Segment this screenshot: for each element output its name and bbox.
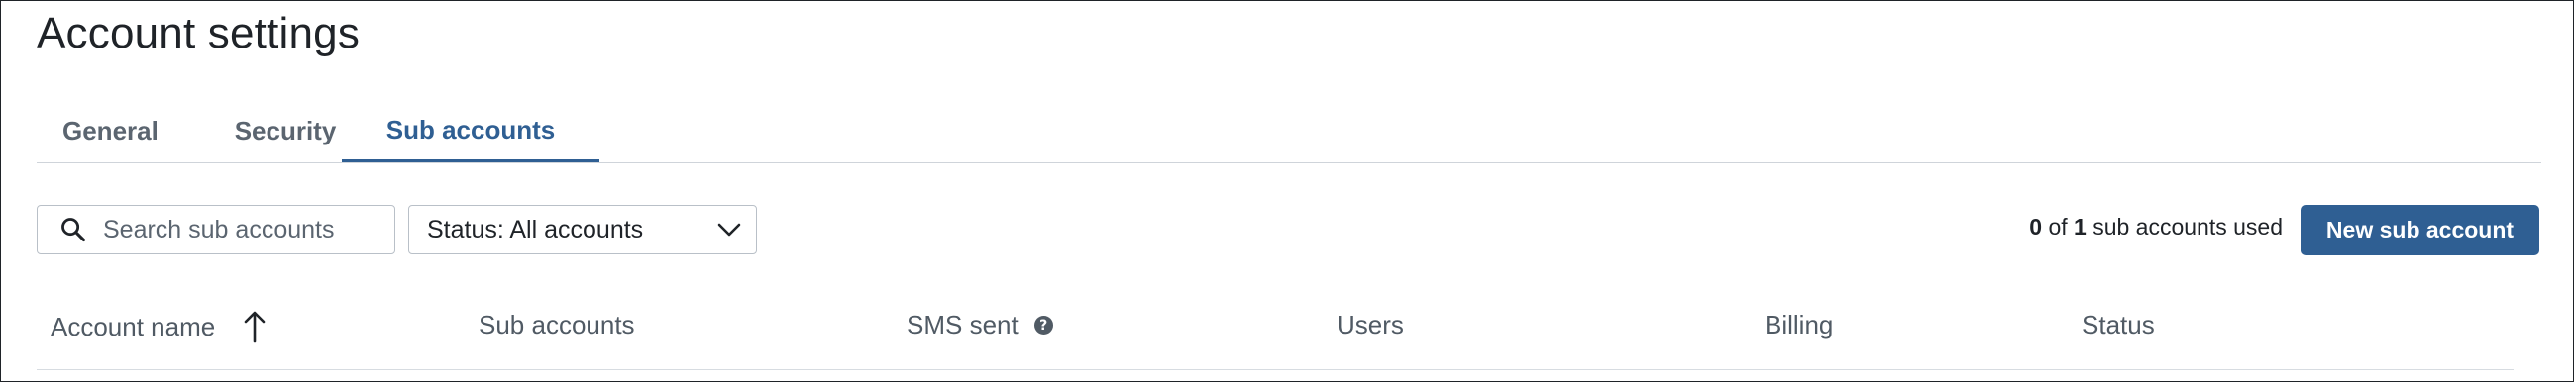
column-label-account-name: Account name [51, 311, 216, 341]
tab-general[interactable]: General [62, 100, 211, 162]
tab-sub-accounts[interactable]: Sub accounts [342, 100, 599, 162]
usage-suffix: sub accounts used [2093, 214, 2283, 240]
column-label-sms-sent: SMS sent [907, 310, 1019, 339]
usage-of-text: of [2048, 214, 2068, 240]
sort-up-arrow-icon[interactable] [243, 310, 267, 343]
usage-total-count: 1 [2074, 214, 2087, 240]
column-header-users[interactable]: Users [1337, 310, 1404, 340]
chevron-down-icon [717, 223, 741, 237]
column-label-status: Status [2082, 310, 2155, 339]
search-icon [61, 218, 86, 242]
search-input[interactable] [103, 215, 371, 244]
column-header-sub-accounts[interactable]: Sub accounts [479, 310, 635, 340]
search-box[interactable] [37, 205, 395, 254]
column-header-sms-sent[interactable]: SMS sent ? [907, 310, 1053, 340]
column-label-users: Users [1337, 310, 1404, 339]
help-icon[interactable]: ? [1033, 316, 1053, 335]
settings-panel: Account settings General Security Sub ac… [0, 0, 2574, 382]
table-header: Account name Sub accounts SMS sent ? Use… [37, 294, 2514, 370]
status-filter-select[interactable]: Status: All accounts [408, 205, 757, 254]
column-header-status[interactable]: Status [2082, 310, 2155, 340]
new-sub-account-button[interactable]: New sub account [2301, 205, 2539, 255]
page-title: Account settings [37, 9, 361, 57]
column-label-billing: Billing [1765, 310, 1834, 339]
settings-tabs: General Security Sub accounts [37, 100, 2541, 163]
sub-accounts-usage: 0 of 1 sub accounts used [2029, 214, 2283, 240]
usage-used-count: 0 [2029, 214, 2043, 240]
status-filter-value: Status: All accounts [427, 215, 644, 243]
column-header-billing[interactable]: Billing [1765, 310, 1833, 340]
column-header-account-name[interactable]: Account name [51, 310, 267, 343]
tab-security[interactable]: Security [211, 100, 360, 162]
column-label-sub-accounts: Sub accounts [479, 310, 635, 339]
